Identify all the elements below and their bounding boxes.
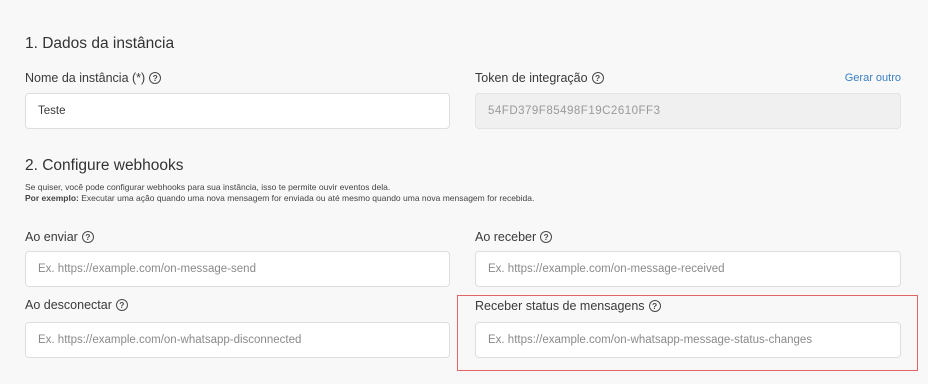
section-title-webhooks: 2. Configure webhooks	[25, 157, 184, 174]
section-title-instance-data: 1. Dados da instância	[25, 35, 175, 52]
on-send-label: Ao enviar ?	[25, 230, 94, 244]
instance-name-label: Nome da instância (*) ?	[25, 71, 162, 85]
help-icon[interactable]: ?	[149, 72, 162, 84]
help-icon[interactable]: ?	[591, 72, 604, 84]
on-disconnect-label: Ao desconectar ?	[25, 298, 128, 312]
message-status-label-text: Receber status de mensagens	[475, 299, 645, 313]
token-label: Token de integração ?	[475, 71, 604, 85]
webhooks-description-line2: Por exemplo: Executar uma ação quando um…	[25, 193, 534, 204]
on-send-label-text: Ao enviar	[25, 230, 78, 244]
on-disconnect-label-text: Ao desconectar	[25, 298, 112, 312]
webhooks-description: Se quiser, você pode configurar webhooks…	[25, 182, 534, 204]
help-icon[interactable]: ?	[540, 231, 553, 243]
token-label-text: Token de integração	[475, 71, 588, 85]
message-status-label: Receber status de mensagens ?	[475, 299, 661, 313]
on-receive-webhook-input[interactable]	[475, 251, 901, 287]
help-icon[interactable]: ?	[115, 299, 128, 311]
on-receive-label: Ao receber ?	[475, 230, 553, 244]
token-input	[475, 93, 901, 129]
help-icon[interactable]: ?	[648, 300, 661, 312]
message-status-webhook-input[interactable]	[475, 322, 901, 358]
on-send-webhook-input[interactable]	[25, 251, 450, 287]
on-disconnect-webhook-input[interactable]	[25, 322, 450, 358]
description-example-text: Executar uma ação quando uma nova mensag…	[78, 193, 535, 203]
instance-name-input[interactable]	[25, 93, 450, 129]
description-example-bold: Por exemplo:	[25, 193, 79, 203]
instance-name-label-text: Nome da instância (*)	[25, 71, 146, 85]
regenerate-token-link[interactable]: Gerar outro	[845, 72, 901, 84]
help-icon[interactable]: ?	[81, 231, 94, 243]
webhooks-description-line1: Se quiser, você pode configurar webhooks…	[25, 182, 391, 192]
on-receive-label-text: Ao receber	[475, 230, 537, 244]
